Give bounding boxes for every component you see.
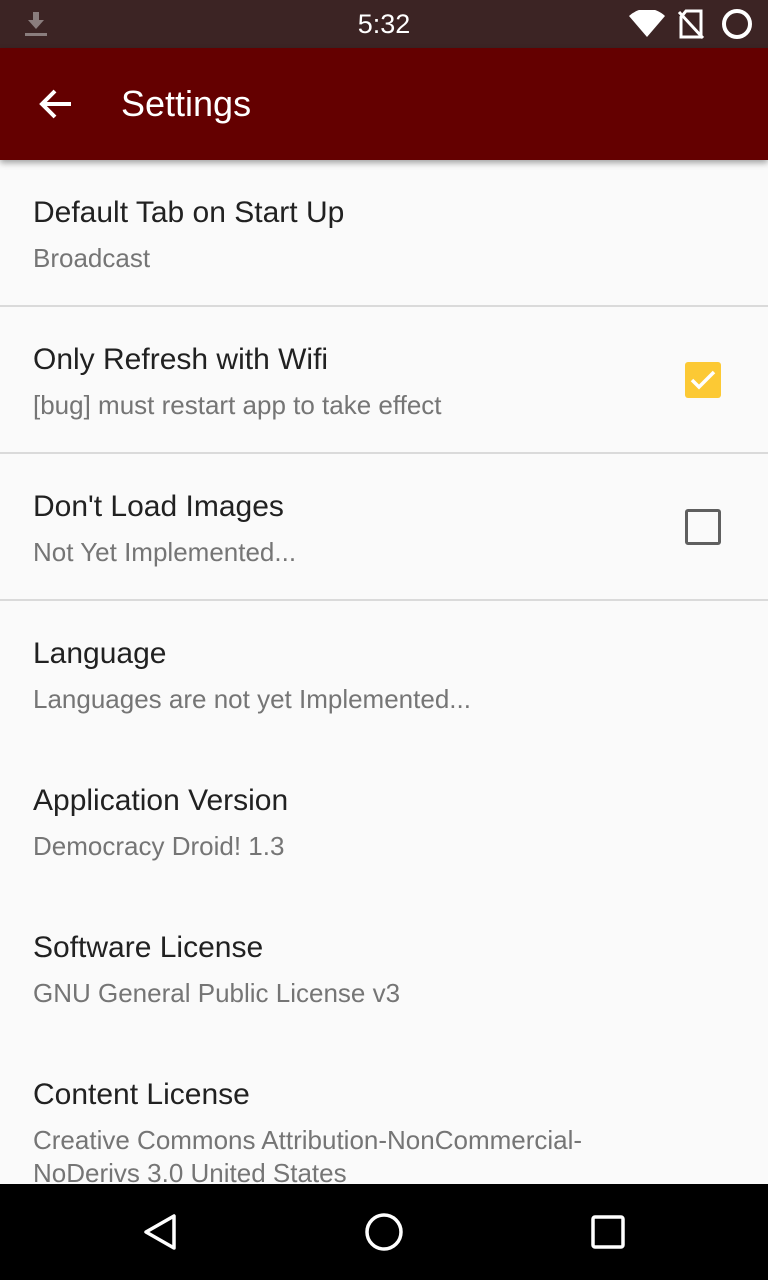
pref-summary: Not Yet Implemented... — [33, 537, 297, 567]
pref-summary: [bug] must restart app to take effect — [33, 390, 442, 420]
recents-square-icon — [591, 1215, 625, 1249]
checkmark-icon — [690, 370, 716, 390]
pref-summary: GNU General Public License v3 — [33, 978, 401, 1008]
pref-title: Only Refresh with Wifi — [33, 343, 329, 376]
pref-default-tab[interactable]: Default Tab on Start Up Broadcast — [0, 160, 768, 307]
arrow-back-icon — [39, 89, 71, 119]
wifi-only-checkbox[interactable] — [685, 362, 721, 398]
pref-application-version[interactable]: Application Version Democracy Droid! 1.3 — [0, 748, 768, 895]
pref-title: Don't Load Images — [33, 490, 284, 523]
back-button[interactable] — [24, 72, 88, 136]
pref-language[interactable]: Language Languages are not yet Implement… — [0, 601, 768, 748]
back-triangle-icon — [144, 1214, 176, 1250]
pref-title: Language — [33, 637, 167, 670]
pref-only-refresh-wifi[interactable]: Only Refresh with Wifi [bug] must restar… — [0, 307, 768, 454]
wifi-icon — [628, 0, 666, 48]
pref-title: Application Version — [33, 784, 289, 817]
pref-summary: Creative Commons Attribution-NonCommerci… — [33, 1125, 583, 1184]
dont-load-images-checkbox[interactable] — [685, 509, 721, 545]
pref-summary: Democracy Droid! 1.3 — [33, 831, 285, 861]
sync-circle-icon — [720, 0, 754, 48]
pref-content-license[interactable]: Content License Creative Commons Attribu… — [0, 1042, 768, 1184]
pref-software-license[interactable]: Software License GNU General Public Lice… — [0, 895, 768, 1042]
preference-list: Default Tab on Start Up Broadcast Only R… — [0, 160, 768, 1184]
nav-recents-button[interactable] — [548, 1184, 668, 1280]
app-bar: Settings — [0, 48, 768, 160]
pref-summary: Broadcast — [33, 243, 151, 273]
pref-title: Software License — [33, 931, 264, 964]
page-title: Settings — [121, 83, 252, 124]
nav-back-button[interactable] — [100, 1184, 220, 1280]
pref-summary: Languages are not yet Implemented... — [33, 684, 471, 714]
status-bar: 5:32 — [0, 0, 768, 48]
pref-dont-load-images[interactable]: Don't Load Images Not Yet Implemented... — [0, 454, 768, 601]
no-sim-icon — [677, 0, 705, 48]
pref-title: Default Tab on Start Up — [33, 196, 345, 229]
navigation-bar — [0, 1184, 768, 1280]
pref-title: Content License — [33, 1078, 250, 1111]
nav-home-button[interactable] — [324, 1184, 444, 1280]
home-circle-icon — [365, 1213, 403, 1251]
